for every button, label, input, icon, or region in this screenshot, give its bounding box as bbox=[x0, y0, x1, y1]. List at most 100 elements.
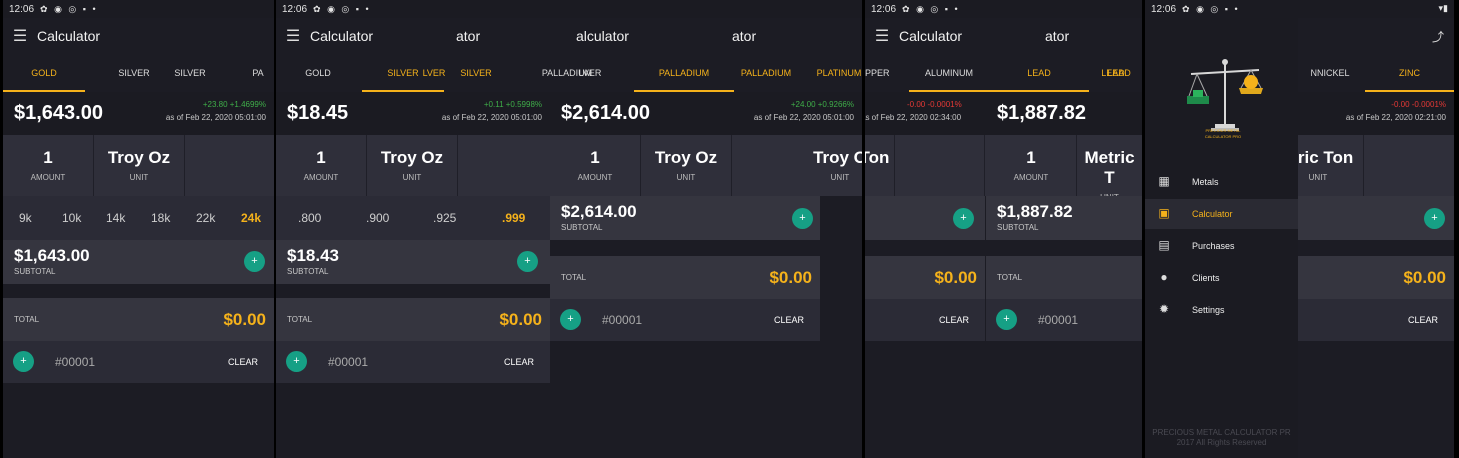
purity-option[interactable]: .800 bbox=[298, 211, 321, 225]
nav-item-label: Purchases bbox=[1192, 241, 1235, 251]
amount-field[interactable]: 1 AMOUNT bbox=[550, 135, 641, 196]
amount-unit-row: Ton 1 AMOUNT Metric T UNIT bbox=[865, 135, 1142, 202]
status-time: 12:06 bbox=[9, 3, 35, 15]
unit-value: Troy Oz bbox=[654, 148, 718, 167]
nav-item-label: Metals bbox=[1192, 177, 1219, 187]
app-title-ghost: ator bbox=[1045, 28, 1070, 44]
tab-ghost[interactable]: LVER bbox=[576, 54, 604, 92]
amount-field[interactable]: 1 AMOUNT bbox=[3, 135, 94, 196]
new-invoice-button[interactable]: + bbox=[560, 309, 581, 330]
amount-label: AMOUNT bbox=[30, 173, 66, 182]
tab-zinc[interactable]: ZINC bbox=[1365, 54, 1454, 92]
tab-silver-ghost[interactable]: SILVER bbox=[456, 54, 496, 92]
total-row-palladium: TOTAL $0.00 bbox=[550, 256, 820, 299]
nav-item-clients[interactable]: ● Clients bbox=[1145, 263, 1298, 293]
nav-item-metals[interactable]: ▦ Metals bbox=[1145, 167, 1298, 197]
unit-selector[interactable]: Troy Oz UNIT bbox=[367, 135, 458, 196]
tab-gold[interactable]: GOLD bbox=[3, 54, 85, 92]
unit-value: Troy Oz bbox=[380, 148, 444, 167]
tab-silver[interactable]: SILVER bbox=[111, 54, 157, 92]
price-timestamp: as of Feb 22, 2020 02:34:00 bbox=[865, 113, 962, 122]
total-label: TOTAL bbox=[997, 273, 1023, 282]
nav-item-purchases[interactable]: ▤ Purchases bbox=[1145, 231, 1298, 261]
purity-option-selected[interactable]: 24k bbox=[241, 211, 261, 225]
price-timestamp: as of Feb 22, 2020 05:01:00 bbox=[753, 113, 854, 122]
new-invoice-button[interactable]: + bbox=[13, 351, 34, 372]
menu-icon[interactable]: ☰ bbox=[3, 26, 37, 46]
clear-button[interactable]: CLEAR bbox=[228, 357, 258, 367]
unit-selector[interactable]: Troy Oz UNIT bbox=[641, 135, 732, 196]
tab-partial[interactable]: PA bbox=[243, 54, 273, 92]
price-timestamp: as of Feb 22, 2020 05:01:00 bbox=[441, 113, 542, 122]
invoice-number: #00001 bbox=[602, 313, 643, 327]
app-title-ghost: ator bbox=[456, 28, 481, 44]
purity-option[interactable]: 14k bbox=[106, 211, 125, 225]
tab-palladium-active[interactable]: PALLADIUM bbox=[634, 54, 734, 92]
tab-platinum[interactable]: PLATINUM bbox=[816, 54, 862, 92]
app-title: Calculator bbox=[37, 28, 101, 44]
new-invoice-button[interactable]: + bbox=[996, 309, 1017, 330]
nav-item-label: Settings bbox=[1192, 305, 1225, 315]
menu-icon[interactable]: ☰ bbox=[276, 26, 310, 46]
purity-option[interactable]: .925 bbox=[433, 211, 456, 225]
app-bar: ☰ Calculator bbox=[3, 18, 274, 54]
amount-field[interactable]: 1 AMOUNT bbox=[276, 135, 367, 196]
menu-icon[interactable]: ☰ bbox=[865, 26, 899, 46]
add-item-button[interactable]: + bbox=[517, 251, 538, 272]
amount-field[interactable]: 1 AMOUNT bbox=[986, 135, 1077, 196]
purity-option[interactable]: 22k bbox=[196, 211, 215, 225]
amount-value: 1 bbox=[590, 148, 600, 167]
unit-selector[interactable]: Metric T UNIT bbox=[1077, 135, 1142, 202]
add-item-button[interactable]: + bbox=[792, 208, 813, 229]
price-change: +24.00 +0.9266% bbox=[790, 100, 854, 109]
invoice-row-palladium: + #00001 CLEAR bbox=[550, 299, 820, 341]
tab-silver-ghost[interactable]: SILVER bbox=[167, 54, 213, 92]
spot-price: $1,643.00 bbox=[14, 102, 103, 124]
clear-button[interactable]: CLEAR bbox=[1408, 315, 1438, 325]
price-timestamp: as of Feb 22, 2020 02:21:00 bbox=[1345, 113, 1446, 122]
clear-button[interactable]: CLEAR bbox=[774, 315, 804, 325]
tab-nickel[interactable]: NNICKEL bbox=[1305, 54, 1355, 92]
metal-tabs: PPER ALUMINUM LEAD LEAD LEAD bbox=[865, 54, 1142, 92]
tab-ghost[interactable]: LVER bbox=[420, 54, 448, 92]
add-item-button[interactable]: + bbox=[953, 208, 974, 229]
price-change: +23.80 +1.4699% bbox=[202, 100, 266, 109]
chart-icon[interactable]: ⤴ bbox=[1432, 28, 1444, 45]
unit-selector-partial[interactable]: Ton bbox=[865, 135, 895, 196]
purity-selector: 9k 10k 14k 18k 22k 24k bbox=[3, 196, 274, 240]
subtotal-label: SUBTOTAL bbox=[561, 223, 603, 232]
purity-option[interactable]: 10k bbox=[62, 211, 81, 225]
tab-lead-ghost[interactable]: LEAD bbox=[1099, 54, 1139, 92]
unit-value: Ton bbox=[865, 148, 890, 167]
unit-value: Metric T bbox=[1084, 148, 1135, 187]
status-time: 12:06 bbox=[282, 3, 308, 15]
subtotal-value: $1,887.82 bbox=[997, 202, 1073, 221]
tab-gold[interactable]: GOLD bbox=[290, 54, 346, 92]
nav-item-calculator[interactable]: ▣ Calculator bbox=[1145, 199, 1298, 229]
tab-palladium-ghost[interactable]: PALLADIUM bbox=[738, 54, 794, 92]
clear-button[interactable]: CLEAR bbox=[939, 315, 969, 325]
clear-button[interactable]: CLEAR bbox=[504, 357, 534, 367]
purity-option-selected[interactable]: .999 bbox=[502, 211, 525, 225]
purity-option[interactable]: 9k bbox=[19, 211, 32, 225]
unit-selector[interactable]: Troy Oz UNIT bbox=[94, 135, 185, 196]
clients-icon: ● bbox=[1160, 270, 1168, 284]
divider bbox=[3, 284, 274, 298]
tab-aluminum[interactable]: ALUMINUM bbox=[909, 54, 989, 92]
add-item-button[interactable]: + bbox=[244, 251, 265, 272]
nav-item-settings[interactable]: ✹ Settings bbox=[1145, 295, 1298, 325]
purity-selector: .800 .900 .925 .999 bbox=[276, 196, 550, 240]
amount-value: 1 bbox=[43, 148, 53, 167]
add-item-button[interactable]: + bbox=[1424, 208, 1445, 229]
unit-label: UNIT bbox=[402, 173, 422, 182]
subtotal-value: $1,643.00 bbox=[14, 246, 90, 265]
tab-lead[interactable]: LEAD bbox=[989, 54, 1089, 92]
tab-copper-partial[interactable]: PPER bbox=[865, 54, 890, 92]
status-icons: ✿ ◉ ◎ ▪ • bbox=[313, 3, 371, 14]
new-invoice-button[interactable]: + bbox=[286, 351, 307, 372]
purity-option[interactable]: .900 bbox=[366, 211, 389, 225]
purity-option[interactable]: 18k bbox=[151, 211, 170, 225]
total-value: $0.00 bbox=[769, 268, 812, 287]
invoice-row: + #00001 bbox=[986, 299, 1142, 341]
total-label: TOTAL bbox=[561, 273, 587, 282]
